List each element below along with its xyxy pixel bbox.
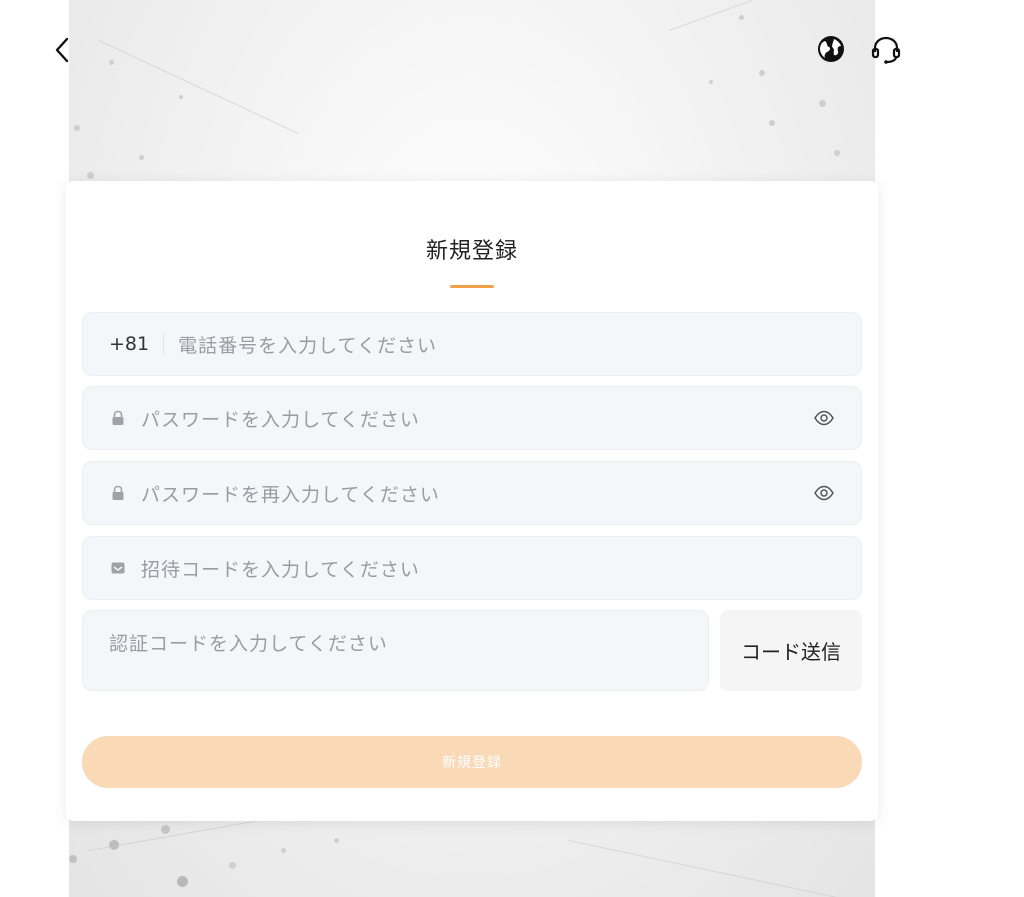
title-underline: [450, 285, 494, 288]
password-confirm-field[interactable]: パスワードを再入力してください: [82, 461, 862, 525]
password-confirm-input[interactable]: パスワードを再入力してください: [141, 480, 813, 507]
send-code-button[interactable]: コード送信: [720, 610, 862, 691]
globe-icon: [818, 36, 844, 62]
verification-code-field[interactable]: 認証コードを入力してください: [82, 610, 709, 691]
register-button[interactable]: 新規登録: [82, 736, 862, 788]
invite-code-input[interactable]: 招待コードを入力してください: [141, 555, 835, 582]
password-field[interactable]: パスワードを入力してください: [82, 386, 862, 450]
password-input[interactable]: パスワードを入力してください: [141, 405, 813, 432]
lock-icon: [109, 484, 127, 502]
invite-code-field[interactable]: 招待コードを入力してください: [82, 536, 862, 600]
lock-icon: [109, 409, 127, 427]
phone-field[interactable]: +81 電話番号を入力してください: [82, 312, 862, 376]
page-title: 新規登録: [425, 239, 518, 264]
register-card: 新規登録 +81 電話番号を入力してください パスワードを入力してください パス…: [66, 181, 878, 821]
customer-support-button[interactable]: [870, 34, 902, 66]
headset-icon: [871, 36, 901, 64]
language-button[interactable]: [816, 34, 846, 64]
phone-input[interactable]: 電話番号を入力してください: [178, 331, 835, 358]
envelope-icon: [109, 559, 127, 577]
chevron-left-icon: [55, 37, 69, 63]
eye-icon[interactable]: [813, 407, 835, 429]
eye-icon[interactable]: [813, 482, 835, 504]
country-code[interactable]: +81: [109, 333, 165, 355]
verification-code-input[interactable]: 認証コードを入力してください: [109, 633, 388, 655]
back-button[interactable]: [48, 34, 76, 66]
